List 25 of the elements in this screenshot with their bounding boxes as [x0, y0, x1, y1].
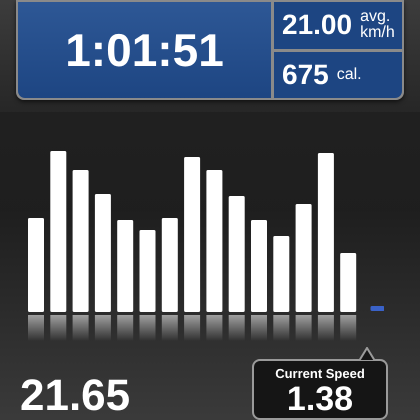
speed-label: Current Speed: [275, 366, 365, 382]
bar-reflection: [28, 315, 44, 341]
distance-value: 21.65: [20, 374, 130, 418]
bar-reflection: [318, 315, 334, 341]
elapsed-time: 1:01:51: [65, 27, 224, 73]
stat-value: 21.00: [282, 11, 352, 40]
bar-reflection: [206, 315, 222, 341]
speed-value: 1.38: [286, 382, 354, 416]
bar: [340, 253, 356, 312]
current-bar: [370, 306, 384, 311]
bar-reflection: [340, 315, 356, 341]
bar-reflection: [273, 315, 290, 341]
bar-reflection: [140, 315, 156, 341]
stat-value: 675: [282, 60, 329, 89]
bar-reflection: [162, 315, 178, 341]
bar-reflection: [72, 315, 89, 341]
bar-reflection: [184, 315, 200, 341]
bar-reflection: [296, 315, 312, 341]
stat-unit: cal.: [336, 66, 362, 83]
bar-reflection: [228, 315, 245, 341]
bar-reflection: [117, 315, 134, 341]
bar-reflection: [94, 315, 111, 341]
bar-reflection: [50, 315, 66, 341]
bar-reflection: [251, 315, 267, 341]
stat-unit: avg. km/h: [360, 9, 395, 42]
